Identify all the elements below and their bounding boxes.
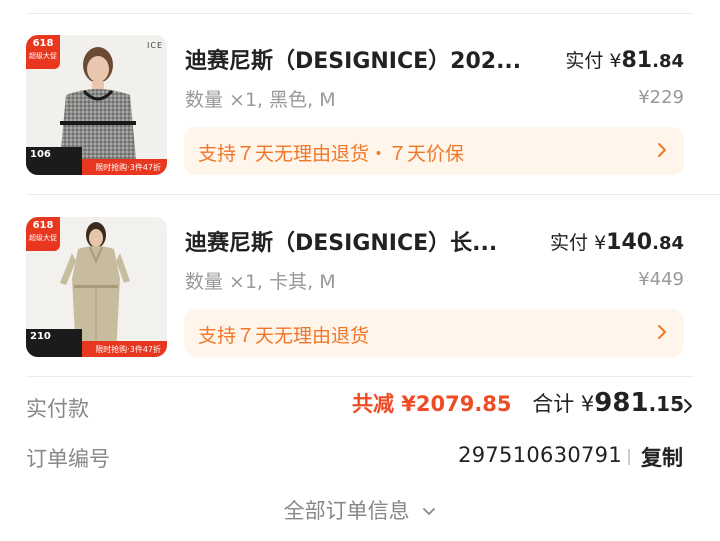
discount-total: 共减 ¥2079.85 bbox=[351, 392, 512, 416]
chevron-right-icon[interactable] bbox=[682, 397, 694, 415]
summary-divider bbox=[26, 376, 694, 377]
thumb-price-chip: 106 bbox=[26, 147, 82, 175]
original-price: ¥229 bbox=[638, 87, 684, 108]
product-title[interactable]: 迪赛尼斯（DESIGNICE）202... bbox=[185, 43, 545, 75]
paid-label: 实付 bbox=[565, 50, 604, 72]
product-specs: 数量 ×1, 卡其, M bbox=[185, 271, 336, 293]
currency-symbol: ¥ bbox=[594, 232, 607, 254]
promo-618-badge: 618 超级大促 bbox=[26, 217, 60, 251]
order-separator bbox=[628, 449, 630, 465]
service-text: 支持７天无理由退货・７天价保 bbox=[198, 143, 465, 165]
total-label: 合计 bbox=[532, 392, 575, 416]
order-detail-page: 618 超级大促 ICE 106 限时抢购·3件47折 迪赛尼斯（DESIGNI… bbox=[0, 0, 720, 541]
order-number-label: 订单编号 bbox=[26, 447, 110, 471]
paid-int: 81 bbox=[621, 48, 653, 73]
all-order-info-label: 全部订单信息 bbox=[283, 499, 410, 523]
paid-price: 实付 ¥81.84 bbox=[565, 46, 684, 73]
thumb-promo-strip: 106 限时抢购·3件47折 bbox=[26, 147, 167, 175]
promo-618-badge: 618 超级大促 bbox=[26, 35, 60, 69]
chevron-right-icon bbox=[658, 143, 666, 157]
thumb-promo-text: 限时抢购·3件47折 bbox=[95, 163, 161, 172]
thumb-brand-mark: ICE bbox=[147, 41, 163, 50]
all-order-info-button[interactable]: 全部订单信息 bbox=[0, 495, 720, 525]
paid-label: 实付 bbox=[550, 232, 589, 254]
order-number: 297510630791 bbox=[458, 443, 622, 467]
paid-price: 实付 ¥140.84 bbox=[550, 228, 684, 255]
thumb-promo-strip: 210 限时抢购·3件47折 bbox=[26, 329, 167, 357]
paid-dec: .84 bbox=[652, 51, 684, 72]
service-text: 支持７天无理由退货 bbox=[198, 325, 370, 347]
service-guarantee-banner[interactable]: 支持７天无理由退货 bbox=[184, 309, 684, 357]
product-divider bbox=[26, 194, 720, 195]
product-thumbnail[interactable]: 618 超级大促 210 限时抢购·3件47折 bbox=[26, 217, 167, 357]
copy-button[interactable]: 复制 bbox=[641, 442, 683, 472]
top-divider bbox=[26, 13, 694, 14]
order-total[interactable]: 共减 ¥2079.85 合计 ¥981.15 bbox=[352, 388, 684, 418]
product-specs: 数量 ×1, 黑色, M bbox=[185, 89, 336, 111]
paid-int: 140 bbox=[606, 230, 653, 255]
thumb-promo-text: 限时抢购·3件47折 bbox=[95, 345, 161, 354]
original-price: ¥449 bbox=[638, 269, 684, 290]
product-thumbnail[interactable]: 618 超级大促 ICE 106 限时抢购·3件47折 bbox=[26, 35, 167, 175]
total-currency: ¥ bbox=[580, 392, 595, 416]
paid-total-label: 实付款 bbox=[26, 397, 89, 421]
service-guarantee-banner[interactable]: 支持７天无理由退货・７天价保 bbox=[184, 127, 684, 175]
product-title[interactable]: 迪赛尼斯（DESIGNICE）长... bbox=[185, 225, 525, 257]
total-int: 981 bbox=[594, 388, 649, 418]
thumb-price-chip: 210 bbox=[26, 329, 82, 357]
product-item[interactable]: 618 超级大促 210 限时抢购·3件47折 迪赛尼斯（DESIGNICE）长… bbox=[0, 212, 720, 362]
chevron-right-icon bbox=[658, 325, 666, 339]
product-item[interactable]: 618 超级大促 ICE 106 限时抢购·3件47折 迪赛尼斯（DESIGNI… bbox=[0, 30, 720, 180]
currency-symbol: ¥ bbox=[609, 50, 622, 72]
total-dec: .15 bbox=[648, 392, 684, 416]
chevron-down-icon bbox=[423, 508, 436, 515]
paid-dec: .84 bbox=[652, 233, 684, 254]
